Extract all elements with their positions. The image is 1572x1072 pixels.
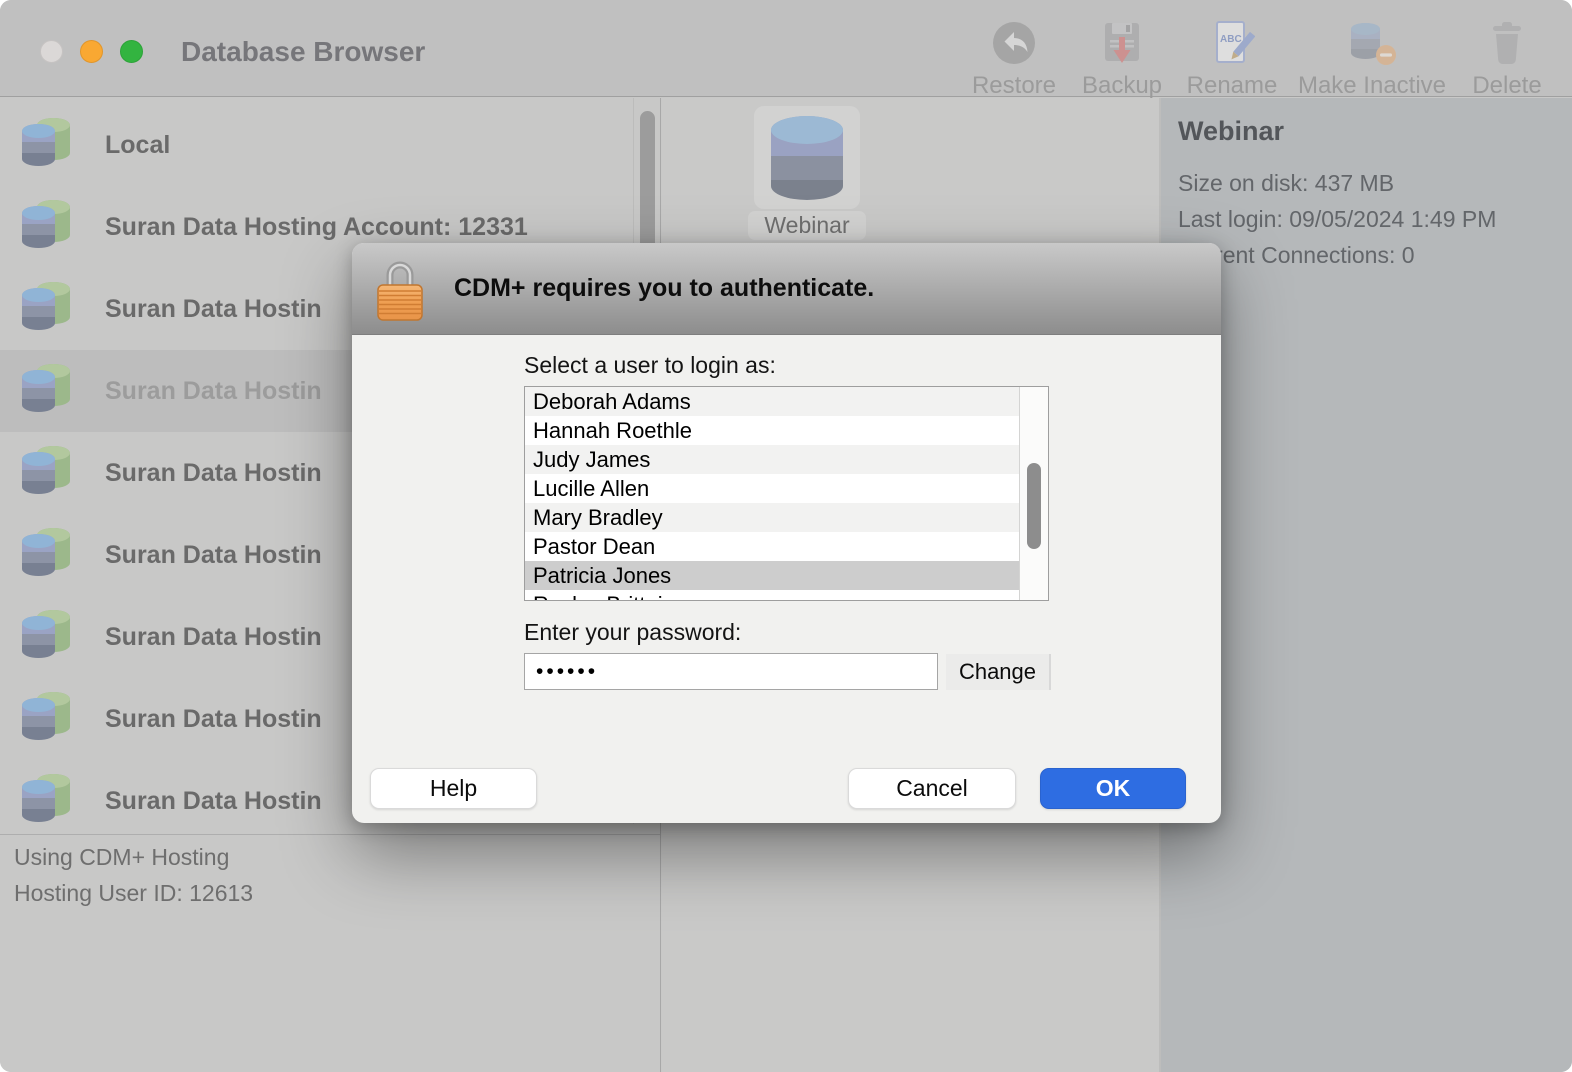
user-list-item[interactable]: Pastor Dean — [525, 532, 1019, 561]
database-name: Suran Data Hostin — [105, 705, 322, 734]
user-list-item[interactable]: Deborah Adams — [525, 387, 1019, 416]
database-cylinder-icon — [16, 772, 76, 830]
title-bar: Database Browser Restore — [0, 0, 1572, 97]
password-label: Enter your password: — [524, 619, 741, 646]
database-name: Suran Data Hostin — [105, 377, 322, 406]
details-line: Current Connections: 0 — [1178, 242, 1496, 278]
minimize-window-button[interactable] — [80, 40, 103, 63]
database-name: Suran Data Hostin — [105, 459, 322, 488]
zoom-window-button[interactable] — [120, 40, 143, 63]
database-cylinder-icon — [16, 608, 76, 666]
toolbar-label: Delete — [1472, 72, 1541, 100]
backup-button[interactable]: Backup — [1076, 6, 1168, 100]
database-cylinder-icon — [16, 362, 76, 420]
database-name: Suran Data Hosting Account: 12331 — [105, 213, 528, 242]
user-list-item[interactable]: Hannah Roethle — [525, 416, 1019, 445]
user-list-item[interactable]: Roslyn Brittain — [525, 590, 1019, 601]
user-list-item[interactable]: Lucille Allen — [525, 474, 1019, 503]
toolbar-label: Rename — [1187, 72, 1278, 100]
dialog-header: CDM+ requires you to authenticate. — [352, 243, 1221, 335]
details-line: Size on disk: 437 MB — [1178, 170, 1496, 206]
rename-abc-pencil-icon: ABC — [1209, 18, 1255, 68]
details-lines: Size on disk: 437 MBLast login: 09/05/20… — [1178, 170, 1496, 278]
details-title: Webinar — [1178, 116, 1284, 147]
change-password-button[interactable]: Change — [946, 654, 1051, 690]
selected-database-label[interactable]: Webinar — [748, 211, 866, 240]
authentication-dialog: CDM+ requires you to authenticate. Selec… — [352, 243, 1221, 823]
close-window-button[interactable] — [40, 40, 63, 63]
ok-button[interactable]: OK — [1040, 768, 1186, 809]
password-input[interactable] — [524, 653, 938, 690]
user-list-item[interactable]: Judy James — [525, 445, 1019, 474]
database-name: Suran Data Hostin — [105, 541, 322, 570]
rename-button[interactable]: ABC Rename — [1184, 6, 1280, 100]
user-list-scrollbar-thumb[interactable] — [1027, 463, 1041, 549]
toolbar-label: Backup — [1082, 72, 1162, 100]
user-list-item[interactable]: Patricia Jones — [525, 561, 1019, 590]
user-list: Deborah AdamsHannah RoethleJudy JamesLuc… — [525, 387, 1019, 601]
restore-undo-arrow-icon — [991, 18, 1037, 68]
hosting-user-id-text: Hosting User ID: 12613 — [14, 880, 253, 907]
toolbar: Restore Backup — [968, 6, 1550, 96]
toolbar-label: Make Inactive — [1298, 72, 1446, 100]
window-title: Database Browser — [181, 36, 425, 68]
hosting-status-text: Using CDM+ Hosting — [14, 844, 229, 871]
status-divider — [0, 834, 660, 835]
lock-icon — [377, 256, 423, 322]
user-list-item[interactable]: Mary Bradley — [525, 503, 1019, 532]
backup-floppy-icon — [1099, 18, 1145, 68]
database-cylinder-icon — [16, 690, 76, 748]
database-cylinder-icon — [763, 110, 851, 206]
database-name: Suran Data Hostin — [105, 623, 322, 652]
database-cylinder-icon — [16, 116, 76, 174]
svg-text:ABC: ABC — [1220, 34, 1242, 45]
help-button[interactable]: Help — [370, 768, 537, 809]
delete-button[interactable]: Delete — [1464, 6, 1550, 100]
database-cylinder-icon — [16, 526, 76, 584]
user-listbox: Deborah AdamsHannah RoethleJudy JamesLuc… — [524, 386, 1049, 601]
dialog-title: CDM+ requires you to authenticate. — [454, 274, 874, 303]
database-minus-icon — [1346, 18, 1398, 68]
database-browser-window: Database Browser Restore — [0, 0, 1572, 1072]
database-name: Suran Data Hostin — [105, 295, 322, 324]
make-inactive-button[interactable]: Make Inactive — [1296, 6, 1448, 100]
toolbar-label: Restore — [972, 72, 1056, 100]
user-list-scrollbar-track[interactable] — [1019, 387, 1048, 600]
database-name: Local — [105, 131, 170, 160]
dialog-body: Select a user to login as: Deborah Adams… — [352, 335, 1221, 823]
database-details-pane: Webinar Size on disk: 437 MBLast login: … — [1161, 98, 1572, 1072]
database-name: Suran Data Hostin — [105, 787, 322, 816]
trash-icon — [1486, 18, 1528, 68]
details-line: Last login: 09/05/2024 1:49 PM — [1178, 206, 1496, 242]
database-list-item[interactable]: Local — [0, 104, 660, 186]
database-cylinder-icon — [16, 198, 76, 256]
selected-database-tile[interactable] — [754, 106, 860, 209]
cancel-button[interactable]: Cancel — [848, 768, 1016, 809]
database-cylinder-icon — [16, 280, 76, 338]
select-user-label: Select a user to login as: — [524, 352, 776, 379]
restore-button[interactable]: Restore — [968, 6, 1060, 100]
database-cylinder-icon — [16, 444, 76, 502]
